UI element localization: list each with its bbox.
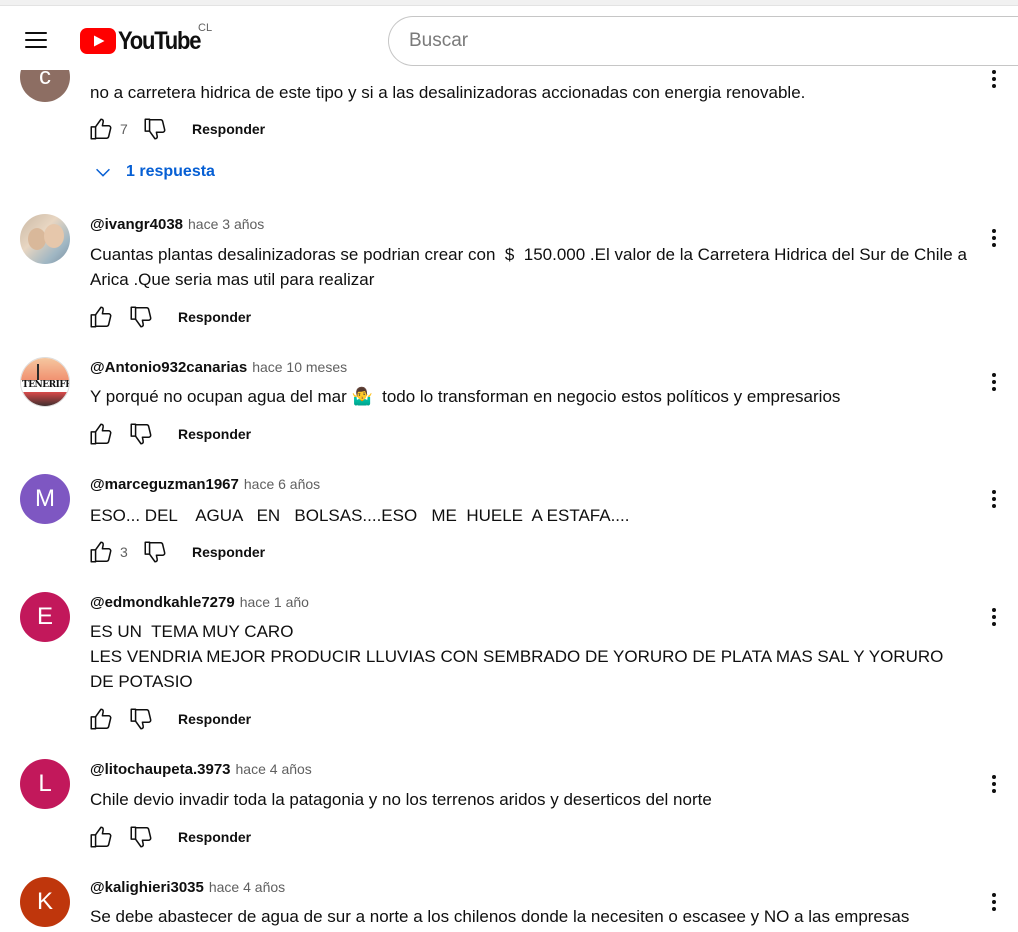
comment-text: Cuantas plantas desalinizadoras se podri… bbox=[90, 245, 971, 289]
comment-actions: Responder bbox=[86, 704, 251, 734]
thumbs-up-icon bbox=[90, 118, 112, 140]
guide-menu-button[interactable] bbox=[16, 20, 56, 60]
dislike-button[interactable] bbox=[140, 114, 170, 144]
comment-time[interactable]: hace 3 años bbox=[188, 216, 264, 232]
comment-actions: 7 Responder bbox=[86, 114, 265, 144]
comment-menu-button[interactable] bbox=[982, 67, 1006, 91]
comment-text: ES UN TEMA MUY CARO LES VENDRIA MEJOR PR… bbox=[90, 622, 944, 691]
like-count: 7 bbox=[120, 121, 128, 137]
reply-button[interactable]: Responder bbox=[192, 121, 265, 137]
avatar[interactable]: K bbox=[20, 877, 70, 927]
thumbs-up-icon bbox=[90, 826, 112, 848]
comment-byline: @marceguzman1967 hace 6 años bbox=[90, 476, 320, 493]
author-handle[interactable]: @edmondkahle7279 bbox=[90, 594, 235, 611]
dislike-button[interactable] bbox=[126, 704, 156, 734]
reply-button[interactable]: Responder bbox=[192, 544, 265, 560]
avatar[interactable]: L bbox=[20, 759, 70, 809]
comment-byline: @litochaupeta.3973 hace 4 años bbox=[90, 761, 312, 778]
avatar-letter: M bbox=[35, 485, 55, 512]
dislike-button[interactable] bbox=[140, 537, 170, 567]
dislike-button[interactable] bbox=[126, 822, 156, 852]
thumbs-down-icon bbox=[144, 118, 166, 140]
comment-time[interactable]: hace 4 años bbox=[236, 761, 312, 777]
avatar[interactable]: TENERIFE bbox=[20, 357, 70, 407]
thumbs-up-icon bbox=[90, 541, 112, 563]
comment-byline: @Antonio932canarias hace 10 meses bbox=[90, 359, 347, 376]
like-button[interactable] bbox=[86, 822, 116, 852]
like-button[interactable] bbox=[86, 114, 116, 144]
comment-menu-button[interactable] bbox=[982, 772, 1006, 796]
like-count: 3 bbox=[120, 544, 128, 560]
comment-text: ESO... DEL AGUA EN BOLSAS....ESO ME HUEL… bbox=[90, 506, 630, 525]
youtube-logo[interactable]: YouTube bbox=[80, 26, 211, 56]
masthead: YouTube CL bbox=[0, 6, 1018, 70]
youtube-play-icon bbox=[80, 28, 116, 54]
search-input[interactable] bbox=[409, 17, 1009, 65]
thumbs-down-icon bbox=[130, 423, 152, 445]
author-handle[interactable]: @Antonio932canarias bbox=[90, 359, 247, 376]
comment-menu-button[interactable] bbox=[982, 226, 1006, 250]
comment-byline: @ivangr4038 hace 3 años bbox=[90, 216, 264, 233]
chevron-down-icon bbox=[96, 168, 110, 177]
reply-button[interactable]: Responder bbox=[178, 309, 251, 325]
avatar[interactable]: M bbox=[20, 474, 70, 524]
thumbs-up-icon bbox=[90, 423, 112, 445]
comment-actions: Responder bbox=[86, 822, 251, 852]
dislike-button[interactable] bbox=[126, 302, 156, 332]
thumbs-down-icon bbox=[130, 826, 152, 848]
comment-menu-button[interactable] bbox=[982, 890, 1006, 914]
search-box bbox=[388, 16, 1018, 66]
comment-actions: Responder bbox=[86, 302, 251, 332]
reply-button[interactable]: Responder bbox=[178, 426, 251, 442]
like-button[interactable] bbox=[86, 537, 116, 567]
like-button[interactable] bbox=[86, 302, 116, 332]
country-code: CL bbox=[198, 22, 213, 34]
comment-text: no a carretera hidrica de este tipo y si… bbox=[90, 83, 806, 102]
comment-actions: Responder bbox=[86, 419, 251, 449]
comment-time[interactable]: hace 6 años bbox=[244, 476, 320, 492]
thumbs-down-icon bbox=[130, 708, 152, 730]
dislike-button[interactable] bbox=[126, 419, 156, 449]
like-button[interactable] bbox=[86, 704, 116, 734]
avatar-letter: E bbox=[36, 603, 53, 630]
comment-time[interactable]: hace 1 año bbox=[240, 594, 309, 610]
thumbs-down-icon bbox=[144, 541, 166, 563]
avatar[interactable] bbox=[20, 214, 70, 264]
logo-wordmark: YouTube bbox=[118, 26, 201, 55]
replies-count-label: 1 respuesta bbox=[126, 163, 215, 180]
author-handle[interactable]: @ivangr4038 bbox=[90, 216, 183, 233]
comment-menu-button[interactable] bbox=[982, 487, 1006, 511]
reply-button[interactable]: Responder bbox=[178, 711, 251, 727]
author-handle[interactable]: @marceguzman1967 bbox=[90, 476, 239, 493]
thumbs-up-icon bbox=[90, 306, 112, 328]
comment-byline: @edmondkahle7279 hace 1 año bbox=[90, 594, 309, 611]
comment-byline: @kalighieri3035 hace 4 años bbox=[90, 879, 285, 896]
avatar-letter: L bbox=[38, 770, 52, 797]
comment-time[interactable]: hace 10 meses bbox=[252, 359, 347, 375]
author-handle[interactable]: @litochaupeta.3973 bbox=[90, 761, 231, 778]
comment-text: Y porqué no ocupan agua del mar 🤷‍♂️ tod… bbox=[90, 387, 841, 406]
like-button[interactable] bbox=[86, 419, 116, 449]
comment-text: Se debe abastecer de agua de sur a norte… bbox=[90, 907, 910, 926]
avatar-logo-text: TENERIFE bbox=[22, 380, 70, 390]
view-replies-button[interactable]: 1 respuesta bbox=[92, 158, 215, 186]
comment-menu-button[interactable] bbox=[982, 605, 1006, 629]
author-handle[interactable]: @kalighieri3035 bbox=[90, 879, 204, 896]
comment-menu-button[interactable] bbox=[982, 370, 1006, 394]
comment-actions: 3 Responder bbox=[86, 537, 265, 567]
thumbs-up-icon bbox=[90, 708, 112, 730]
comments-list: c no a carretera hidrica de este tipo y … bbox=[0, 0, 1018, 932]
avatar-letter: K bbox=[36, 888, 53, 915]
reply-button[interactable]: Responder bbox=[178, 829, 251, 845]
thumbs-down-icon bbox=[130, 306, 152, 328]
avatar[interactable]: E bbox=[20, 592, 70, 642]
comment-time[interactable]: hace 4 años bbox=[209, 879, 285, 895]
comment-text: Chile devio invadir toda la patagonia y … bbox=[90, 790, 712, 809]
